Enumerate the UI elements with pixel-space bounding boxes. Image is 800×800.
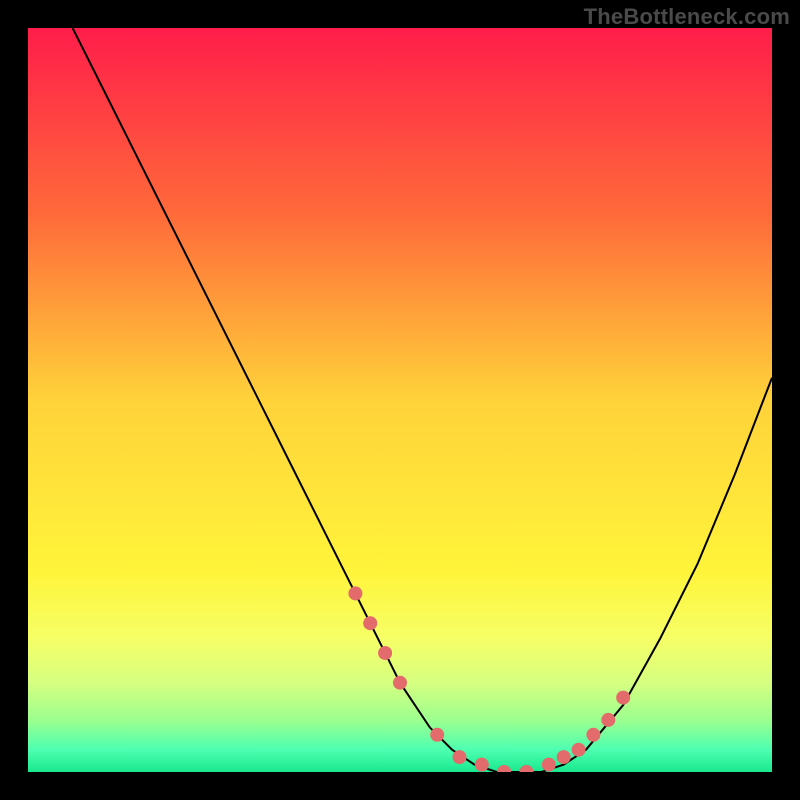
marker-point — [453, 750, 467, 764]
marker-point — [475, 758, 489, 772]
marker-point — [363, 616, 377, 630]
marker-point — [601, 713, 615, 727]
watermark-text: TheBottleneck.com — [584, 4, 790, 30]
marker-point — [557, 750, 571, 764]
marker-point — [393, 676, 407, 690]
marker-point — [430, 728, 444, 742]
marker-point — [572, 743, 586, 757]
plot-area — [28, 28, 772, 772]
chart-frame: TheBottleneck.com — [0, 0, 800, 800]
marker-point — [586, 728, 600, 742]
marker-point — [616, 691, 630, 705]
marker-point — [542, 758, 556, 772]
marker-point — [378, 646, 392, 660]
gradient-background — [28, 28, 772, 772]
chart-svg — [28, 28, 772, 772]
marker-point — [348, 586, 362, 600]
